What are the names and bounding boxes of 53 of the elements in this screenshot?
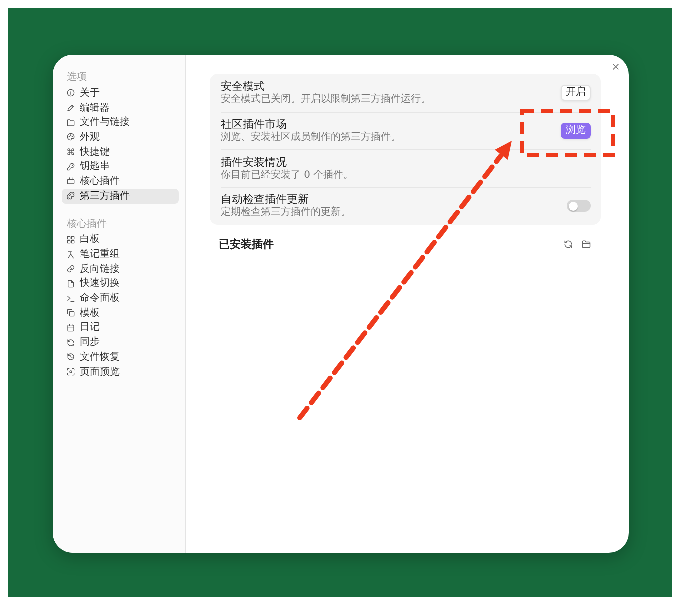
setting-description: 安全模式已关闭。开启以限制第三方插件运行。 [221, 94, 431, 106]
info-circle-icon [67, 89, 75, 98]
toggle-switch[interactable] [567, 200, 591, 212]
palette-icon [67, 133, 75, 142]
setting-title: 自动检查插件更新 [221, 193, 310, 206]
sidebar-item[interactable]: 页面预览 [62, 364, 179, 380]
setting-title: 安全模式 [221, 80, 266, 93]
folder-icon [67, 118, 75, 127]
fork-icon [67, 250, 75, 259]
scan-icon [67, 368, 75, 376]
section-heading: 已安装插件 [219, 238, 274, 252]
grid-icon [67, 236, 75, 244]
sidebar-item[interactable]: 文件恢复 [62, 350, 179, 365]
sidebar-item[interactable]: 快速切换 [62, 276, 179, 292]
pencil-icon [67, 104, 75, 112]
command-icon [67, 148, 75, 156]
setting-title: 社区插件市场 [221, 118, 288, 132]
sidebar-item[interactable]: 钥匙串 [62, 159, 179, 174]
folder-icon[interactable] [582, 240, 591, 250]
refresh-icon[interactable] [564, 240, 573, 250]
setting-description: 浏览、安装社区成员制作的第三方插件。 [221, 132, 401, 144]
sidebar-item[interactable]: 核心插件 [62, 174, 179, 189]
browse-button[interactable]: 浏览 [561, 123, 591, 140]
refresh-icon [67, 338, 75, 347]
sidebar-item[interactable]: 编辑器 [62, 100, 179, 116]
sidebar-item[interactable]: 白板 [62, 232, 179, 248]
puzzle-icon [67, 192, 75, 200]
sidebar-item[interactable]: 关于 [62, 86, 179, 101]
sidebar-item[interactable]: 反向链接 [62, 262, 179, 277]
file-icon [67, 280, 75, 288]
sidebar-item[interactable]: 笔记重组 [62, 247, 179, 262]
sidebar-item[interactable]: 第三方插件 [62, 188, 179, 204]
sidebar-item[interactable]: 快捷键 [62, 144, 179, 160]
sidebar-section-label: 核心插件 [66, 218, 108, 232]
setting-description: 你目前已经安装了 0 个插件。 [221, 170, 354, 182]
plug-icon [67, 177, 75, 186]
sidebar-item[interactable]: 模板 [62, 306, 179, 321]
sidebar-item[interactable]: 命令面板 [62, 291, 179, 306]
terminal-icon [67, 294, 75, 303]
key-icon [67, 162, 75, 171]
setting-title: 插件安装情况 [221, 156, 288, 169]
close-icon[interactable] [612, 63, 620, 71]
copy-icon [67, 309, 75, 318]
history-icon [67, 353, 75, 362]
sidebar-item[interactable]: 同步 [62, 335, 179, 350]
enable-button[interactable]: 开启 [561, 84, 591, 101]
setting-description: 定期检查第三方插件的更新。 [221, 207, 351, 220]
sidebar-item[interactable]: 文件与链接 [62, 115, 179, 130]
link-icon [67, 265, 75, 274]
sidebar-section-label: 选项 [66, 71, 88, 85]
sidebar-item[interactable]: 日记 [62, 320, 179, 336]
sidebar-item[interactable]: 外观 [62, 130, 179, 145]
calendar-icon [67, 324, 75, 332]
